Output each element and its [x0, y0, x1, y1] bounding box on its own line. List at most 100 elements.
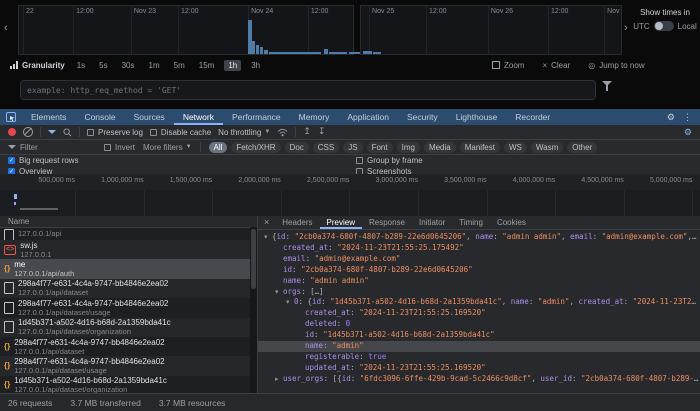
histogram-bar: [256, 45, 259, 54]
inspect-element-icon[interactable]: [0, 109, 22, 125]
granularity-option-1h[interactable]: 1h: [224, 60, 241, 71]
clear-button[interactable]: ×Clear: [542, 61, 570, 70]
filter-pill-js[interactable]: JS: [343, 142, 362, 153]
json-line[interactable]: ▾{id: "2cb0a374-680f-4807-b289-22e6d0645…: [258, 232, 700, 243]
granularity-option-3h[interactable]: 3h: [247, 60, 264, 71]
timeline-chart-left[interactable]: 2212:00Nov 2312:00Nov 2412:00: [18, 5, 354, 55]
devtools-tab-console[interactable]: Console: [75, 109, 124, 125]
import-har-icon[interactable]: ↥: [303, 127, 311, 137]
big-request-rows-checkbox[interactable]: ✓Big request rows: [8, 156, 79, 165]
devtools-settings-icon[interactable]: ⚙: [667, 112, 675, 123]
query-input[interactable]: [20, 80, 596, 100]
export-har-icon[interactable]: ↧: [318, 127, 326, 137]
disable-cache-checkbox[interactable]: Disable cache: [150, 128, 211, 137]
filter-pill-ws[interactable]: WS: [504, 142, 527, 153]
devtools-tab-elements[interactable]: Elements: [22, 109, 75, 125]
filter-pill-manifest[interactable]: Manifest: [460, 142, 500, 153]
request-row[interactable]: <>sw.js127.0.0.1: [0, 240, 257, 259]
ruler-tick-label: 4,500,000 ms: [581, 177, 623, 184]
json-line[interactable]: registerable: true: [258, 352, 700, 363]
detail-tab-response[interactable]: Response: [362, 216, 412, 229]
filter-pill-all[interactable]: All: [209, 142, 228, 153]
utc-local-toggle[interactable]: [654, 21, 674, 31]
devtools-tab-application[interactable]: Application: [338, 109, 398, 125]
request-row[interactable]: {}1d45b371-a502-4d16-b68d-2a1359bda41c12…: [0, 376, 257, 393]
expanded-arrow-icon[interactable]: ▾: [264, 233, 272, 243]
json-line[interactable]: name: "admin": [258, 341, 700, 352]
json-line[interactable]: email: "admin@example.com": [258, 254, 700, 265]
devtools-tab-recorder[interactable]: Recorder: [506, 109, 559, 125]
toggle-filter-bar-icon[interactable]: [48, 130, 56, 134]
devtools-tab-memory[interactable]: Memory: [290, 109, 339, 125]
filter-pill-font[interactable]: Font: [367, 142, 393, 153]
app-root: { "timeline": { "bar_color": "#4e7ca6", …: [0, 0, 700, 411]
filter-pill-other[interactable]: Other: [567, 142, 597, 153]
json-line[interactable]: created_at: "2024-11-23T21:55:25.175492": [258, 243, 700, 254]
jump-to-now-button[interactable]: ◎Jump to now: [588, 61, 644, 70]
zoom-button[interactable]: Zoom: [492, 61, 524, 70]
request-row[interactable]: {}298a4f77-e631-4c4a-9747-bb4846e2ea0212…: [0, 337, 257, 356]
collapsed-arrow-icon[interactable]: ▸: [275, 375, 283, 385]
record-button[interactable]: [8, 128, 16, 136]
detail-tab-initiator[interactable]: Initiator: [412, 216, 452, 229]
granularity-option-1m[interactable]: 1m: [145, 60, 164, 71]
granularity-option-30s[interactable]: 30s: [118, 60, 139, 71]
expanded-arrow-icon[interactable]: ▾: [275, 288, 283, 298]
filter-pill-img[interactable]: Img: [397, 142, 420, 153]
granularity-option-5s[interactable]: 5s: [95, 60, 111, 71]
preserve-log-checkbox[interactable]: Preserve log: [87, 128, 143, 137]
more-filters-dropdown[interactable]: More filters▼: [143, 143, 192, 152]
granularity-option-5m[interactable]: 5m: [170, 60, 189, 71]
granularity-option-15m[interactable]: 15m: [195, 60, 219, 71]
detail-tab-cookies[interactable]: Cookies: [490, 216, 533, 229]
detail-tab-timing[interactable]: Timing: [452, 216, 490, 229]
clear-network-log-icon[interactable]: [23, 127, 33, 137]
devtools-tab-performance[interactable]: Performance: [223, 109, 290, 125]
filter-pill-css[interactable]: CSS: [313, 142, 339, 153]
name-column-header[interactable]: Name: [0, 216, 257, 228]
expanded-arrow-icon[interactable]: ▾: [286, 298, 294, 308]
close-detail-icon[interactable]: ×: [258, 216, 275, 229]
json-line[interactable]: name: "admin admin": [258, 276, 700, 287]
request-row[interactable]: {}me127.0.0.1/api/auth: [0, 259, 257, 278]
devtools-tab-security[interactable]: Security: [398, 109, 447, 125]
scrollbar-thumb[interactable]: [251, 229, 256, 289]
timeline-scroll-right-icon[interactable]: ›: [624, 22, 628, 34]
timeline-chart-right[interactable]: Nov 2512:00Nov 2612:00Nov: [360, 5, 622, 55]
search-icon[interactable]: [63, 128, 72, 137]
network-conditions-icon[interactable]: [277, 128, 288, 137]
json-line[interactable]: ▾orgs: […]: [258, 287, 700, 298]
json-line[interactable]: deleted: 0: [258, 319, 700, 330]
devtools-tab-network[interactable]: Network: [174, 109, 223, 125]
network-toolbar: Preserve log Disable cache No throttling…: [0, 125, 700, 140]
json-line[interactable]: ▸user_orgs: [{id: "6fdc3096-6ffe-429b-9c…: [258, 374, 700, 385]
throttling-select[interactable]: No throttling▼: [218, 128, 270, 137]
request-row[interactable]: 298a4f77-e631-4c4a-9747-bb4846e2ea02127.…: [0, 298, 257, 317]
timeline-scroll-left-icon[interactable]: ‹: [4, 22, 8, 34]
detail-tab-headers[interactable]: Headers: [275, 216, 319, 229]
filter-pill-fetch-xhr[interactable]: Fetch/XHR: [231, 142, 280, 153]
network-settings-icon[interactable]: ⚙: [684, 127, 700, 138]
network-filter-input[interactable]: Filter: [8, 143, 96, 152]
granularity-option-1s[interactable]: 1s: [73, 60, 89, 71]
devtools-tab-lighthouse[interactable]: Lighthouse: [447, 109, 507, 125]
group-by-frame-checkbox[interactable]: Group by frame: [356, 156, 423, 165]
filter-pill-media[interactable]: Media: [424, 142, 456, 153]
json-line[interactable]: id: "1d45b371-a502-4d16-b68d-2a1359bda41…: [258, 330, 700, 341]
filter-pill-doc[interactable]: Doc: [285, 142, 309, 153]
request-row[interactable]: 1d45b371-a502-4d16-b68d-2a1359bda41c127.…: [0, 318, 257, 337]
request-row[interactable]: 298a4f77-e631-4c4a-9747-bb4846e2ea02127.…: [0, 279, 257, 298]
detail-tab-preview[interactable]: Preview: [320, 216, 362, 229]
request-row[interactable]: 127.0.0.1/api: [0, 228, 257, 240]
devtools-tab-sources[interactable]: Sources: [125, 109, 174, 125]
json-line[interactable]: updated_at: "2024-11-23T21:55:25.169520": [258, 363, 700, 374]
query-filter-icon[interactable]: [602, 81, 612, 103]
invert-checkbox[interactable]: Invert: [104, 143, 135, 152]
network-overview-strip[interactable]: [0, 190, 700, 217]
json-line[interactable]: id: "2cb0a374-680f-4807-b289-22e6d064520…: [258, 265, 700, 276]
request-row[interactable]: {}298a4f77-e631-4c4a-9747-bb4846e2ea0212…: [0, 356, 257, 375]
devtools-menu-icon[interactable]: ⋮: [683, 112, 692, 123]
json-line[interactable]: ▾0: {id: "1d45b371-a502-4d16-b68d-2a1359…: [258, 297, 700, 308]
json-line[interactable]: created_at: "2024-11-23T21:55:25.169520": [258, 308, 700, 319]
filter-pill-wasm[interactable]: Wasm: [531, 142, 563, 153]
